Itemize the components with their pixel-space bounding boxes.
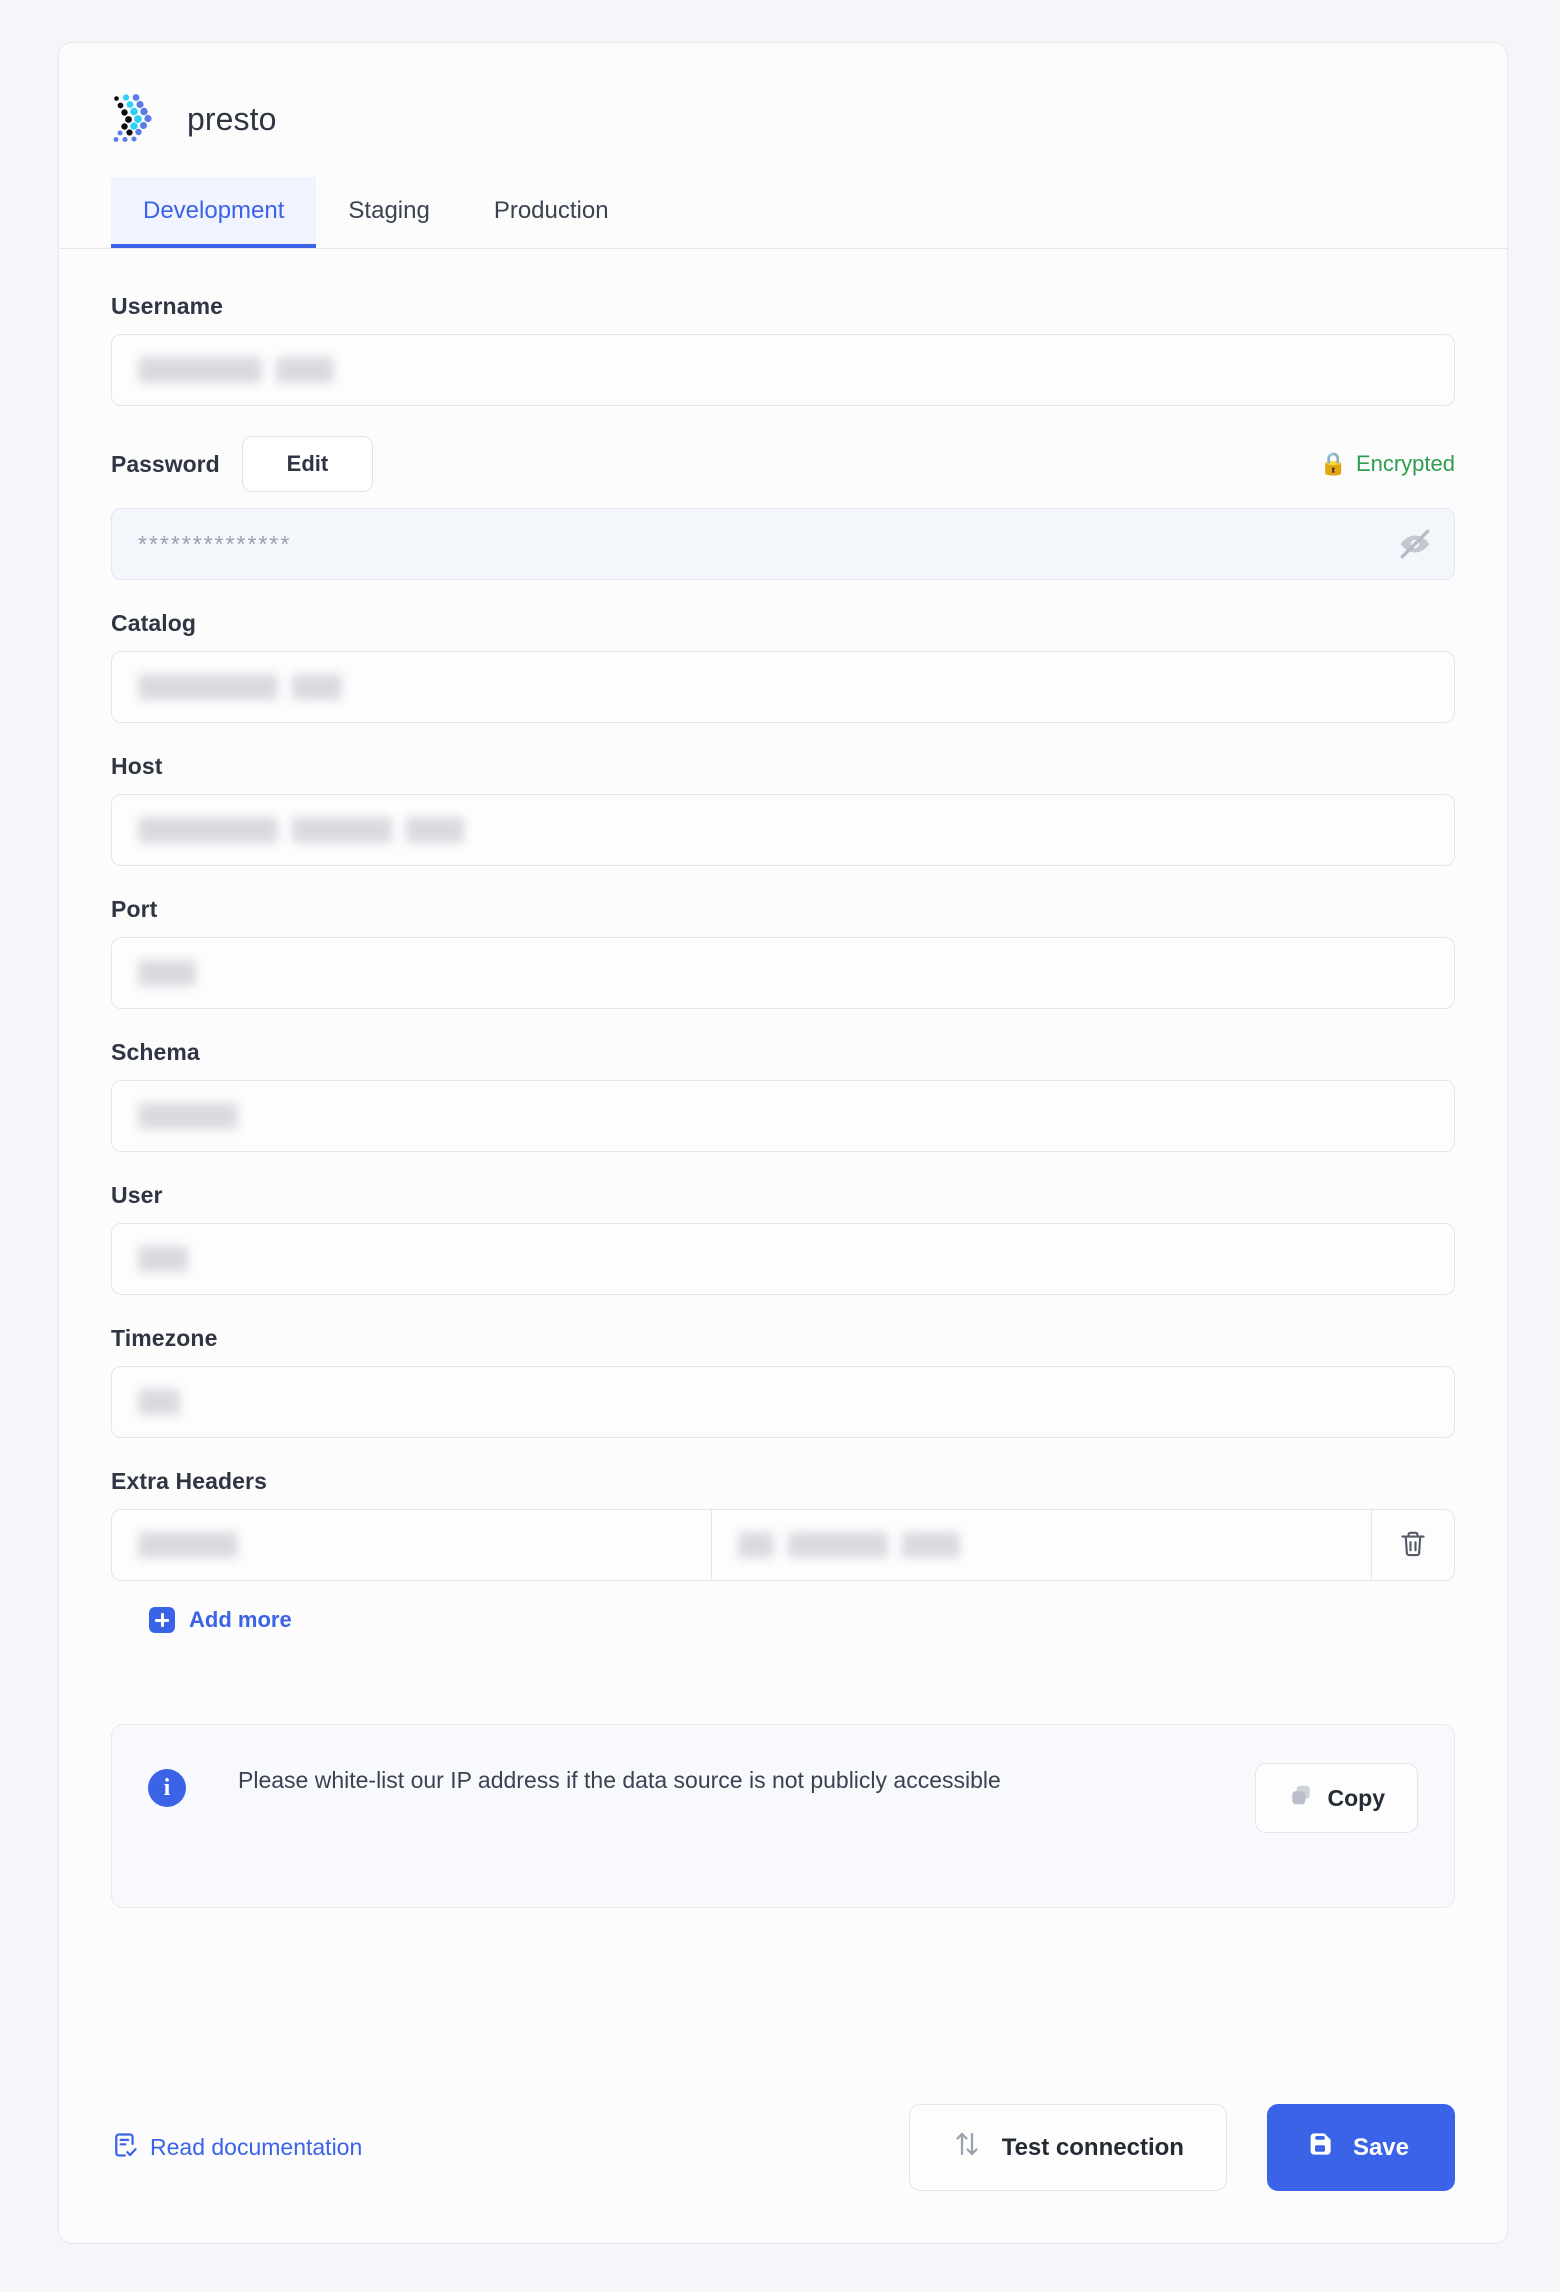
presto-dots-logo-icon	[111, 91, 167, 147]
extra-header-row	[111, 1509, 1455, 1581]
brand-header: presto	[59, 43, 1507, 147]
extra-headers-label: Extra Headers	[111, 1468, 267, 1494]
copy-ip-button[interactable]: Copy	[1254, 1763, 1418, 1833]
read-documentation-label: Read documentation	[150, 2134, 363, 2160]
info-icon: i	[148, 1769, 186, 1807]
user-label: User	[111, 1182, 163, 1208]
test-connection-button[interactable]: Test connection	[908, 2104, 1227, 2191]
copy-label: Copy	[1327, 1784, 1386, 1811]
page-root: presto Development Staging Production Us…	[0, 0, 1560, 2292]
host-label: Host	[111, 753, 163, 779]
field-password: Password Edit 🔒 Encrypted **************	[111, 436, 1455, 580]
environment-tabs: Development Staging Production	[59, 177, 1507, 249]
timezone-input[interactable]	[111, 1366, 1455, 1438]
timezone-redacted-value	[138, 1389, 180, 1415]
lock-icon: 🔒	[1319, 451, 1347, 476]
tab-development[interactable]: Development	[111, 177, 317, 248]
save-button[interactable]: Save	[1266, 2104, 1455, 2191]
port-redacted-value	[138, 960, 196, 986]
port-input[interactable]	[111, 937, 1455, 1009]
trash-icon	[1398, 1529, 1428, 1562]
encrypted-label: Encrypted	[1355, 451, 1455, 476]
add-more-header-button[interactable]: Add more	[149, 1607, 292, 1633]
card-footer: Read documentation Test connection Save	[111, 2058, 1455, 2243]
username-redacted-value	[138, 357, 334, 383]
plus-square-icon	[149, 1607, 175, 1633]
password-header-row: Password Edit 🔒 Encrypted	[111, 436, 1455, 492]
field-host: Host	[111, 753, 1455, 866]
field-user: User	[111, 1182, 1455, 1295]
ip-whitelist-banner: i Please white-list our IP address if th…	[111, 1724, 1455, 1908]
catalog-redacted-value	[138, 674, 342, 700]
schema-label: Schema	[111, 1039, 200, 1065]
connection-settings-card: presto Development Staging Production Us…	[58, 42, 1508, 2244]
form-body: Username Password Edit 🔒 Encrypted *****…	[59, 249, 1507, 2243]
password-masked-value: **************	[138, 530, 292, 557]
username-label: Username	[111, 293, 224, 319]
schema-input[interactable]	[111, 1080, 1455, 1152]
read-documentation-link[interactable]: Read documentation	[111, 2131, 362, 2165]
field-timezone: Timezone	[111, 1325, 1455, 1438]
footer-actions: Test connection Save	[908, 2104, 1455, 2191]
field-extra-headers: Extra Headers Add more	[111, 1468, 1455, 1638]
arrows-up-down-icon	[952, 2129, 982, 2166]
username-input[interactable]	[111, 334, 1455, 406]
catalog-label: Catalog	[111, 610, 197, 636]
field-catalog: Catalog	[111, 610, 1455, 723]
save-label: Save	[1352, 2133, 1409, 2161]
copy-icon	[1288, 1782, 1314, 1814]
password-input[interactable]: **************	[111, 508, 1455, 580]
timezone-label: Timezone	[111, 1325, 218, 1351]
password-label: Password	[111, 450, 220, 477]
host-redacted-value	[138, 817, 464, 843]
banner-text: Please white-list our IP address if the …	[238, 1767, 1001, 1793]
encrypted-status: 🔒 Encrypted	[1320, 451, 1455, 477]
extra-header-value-input[interactable]	[712, 1510, 1372, 1580]
tab-production[interactable]: Production	[462, 177, 641, 248]
tab-staging[interactable]: Staging	[316, 177, 461, 248]
schema-redacted-value	[138, 1103, 238, 1129]
brand-name: presto	[187, 100, 277, 137]
extra-header-key-input[interactable]	[112, 1510, 712, 1580]
add-more-label: Add more	[189, 1607, 292, 1632]
port-label: Port	[111, 896, 158, 922]
extra-header-key-redacted-value	[138, 1532, 238, 1558]
host-input[interactable]	[111, 794, 1455, 866]
document-check-icon	[111, 2131, 139, 2165]
extra-header-value-redacted-value	[738, 1532, 960, 1558]
catalog-input[interactable]	[111, 651, 1455, 723]
user-input[interactable]	[111, 1223, 1455, 1295]
delete-header-button[interactable]	[1372, 1510, 1454, 1580]
user-redacted-value	[138, 1246, 188, 1272]
field-port: Port	[111, 896, 1455, 1009]
field-username: Username	[111, 293, 1455, 406]
field-schema: Schema	[111, 1039, 1455, 1152]
password-edit-button[interactable]: Edit	[241, 436, 374, 492]
floppy-disk-icon	[1305, 2129, 1335, 2166]
eye-off-icon[interactable]	[1398, 527, 1432, 561]
test-connection-label: Test connection	[1001, 2133, 1184, 2161]
